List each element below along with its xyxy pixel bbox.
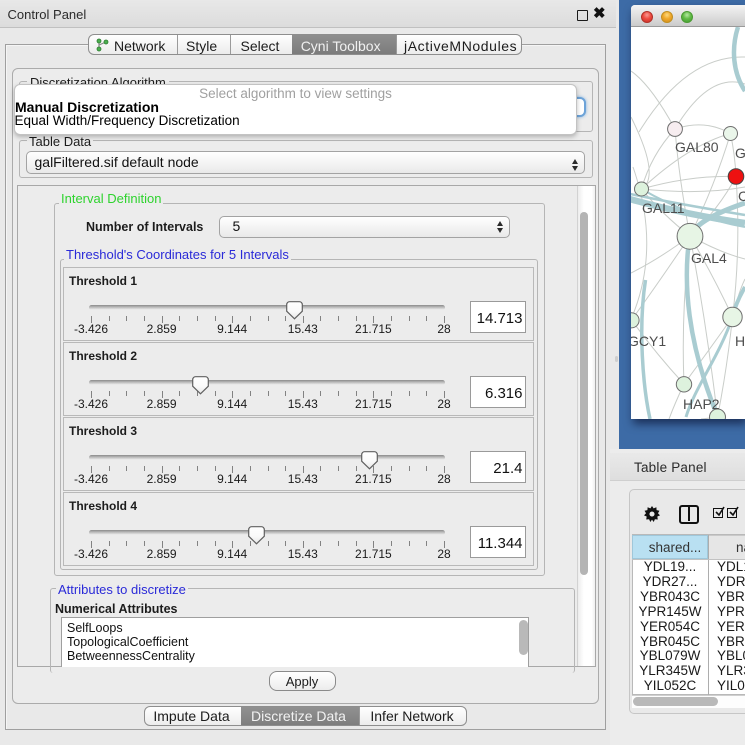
svg-text:GAL11: GAL11 (642, 200, 685, 216)
svg-text:GCY1: GCY1 (631, 333, 666, 349)
svg-text:GA: GA (735, 145, 745, 161)
svg-text:GAL80: GAL80 (675, 139, 719, 155)
svg-text:GAL4: GAL4 (691, 250, 727, 266)
svg-text:C: C (738, 188, 745, 204)
svg-text:H: H (735, 333, 745, 349)
svg-text:HAP2: HAP2 (683, 396, 720, 412)
